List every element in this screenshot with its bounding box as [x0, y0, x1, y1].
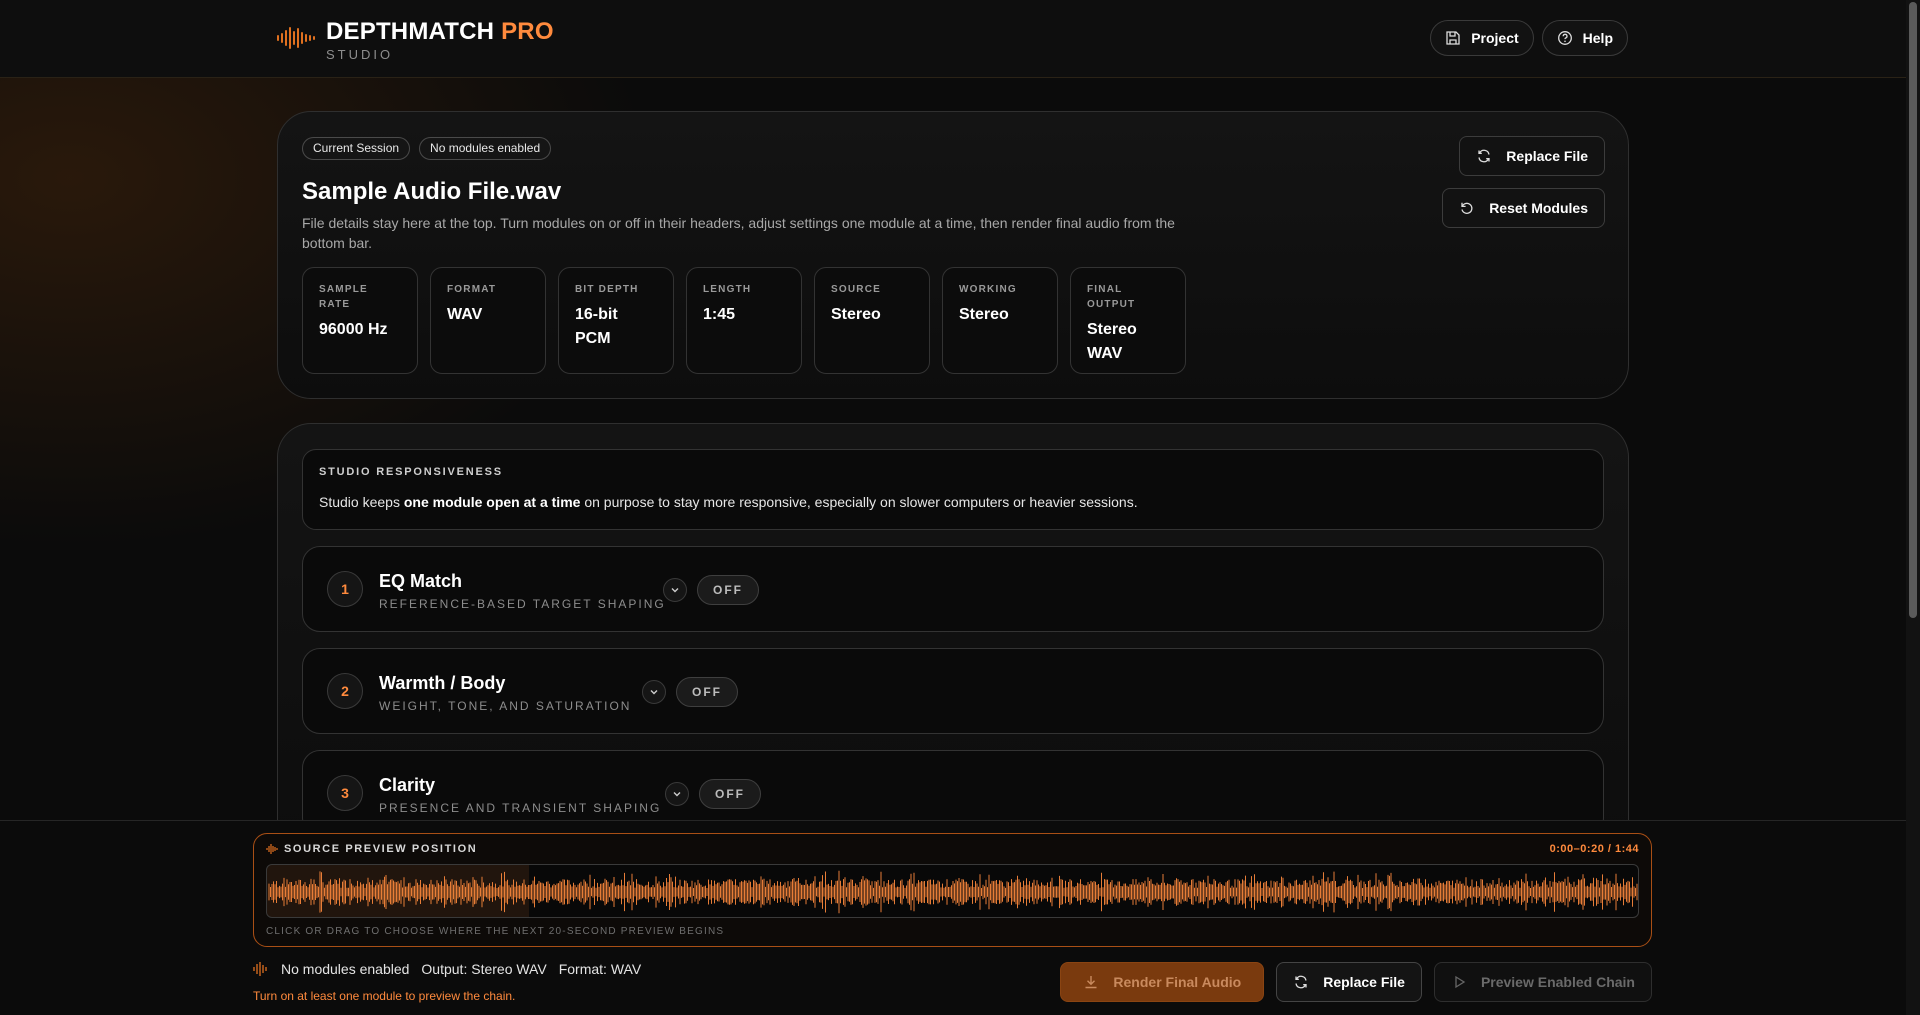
stat-value: Stereo [959, 306, 1009, 323]
stat-value: Stereo [831, 306, 881, 323]
studio-responsiveness-note: STUDIO RESPONSIVENESS Studio keeps one m… [302, 449, 1604, 530]
status-warning: Turn on at least one module to preview t… [253, 989, 516, 1003]
download-icon [1085, 976, 1097, 989]
play-icon [1455, 975, 1466, 989]
module-subtitle: WEIGHT, TONE, AND SATURATION [379, 699, 632, 713]
status-modules: No modules enabled [281, 961, 410, 977]
module-subtitle: PRESENCE AND TRANSIENT SHAPING [379, 801, 662, 815]
brand[interactable]: DEPTHMATCH PRO STUDIO [276, 18, 554, 62]
stat-bit-depth: BIT DEPTH 16-bit PCM [558, 267, 674, 374]
preview-heading: SOURCE PREVIEW POSITION [266, 843, 477, 855]
replace-file-dock-button[interactable]: Replace File [1276, 962, 1422, 1002]
stat-label: FORMAT [447, 284, 497, 295]
brand-subtitle: STUDIO [326, 47, 394, 62]
waveform-icon [253, 962, 267, 976]
project-label: Project [1471, 30, 1519, 46]
waveform-icon [266, 844, 278, 854]
status-format: Format: WAV [558, 961, 642, 977]
stat-label: LENGTH [703, 284, 752, 295]
stat-value: 96000 Hz [319, 321, 388, 338]
module-toggle[interactable]: OFF [676, 677, 738, 707]
expand-chevron-icon[interactable] [665, 782, 689, 806]
stat-label: SAMPLE RATE [319, 284, 368, 310]
stat-value: WAV [447, 306, 483, 323]
render-final-audio-button[interactable]: Render Final Audio [1060, 962, 1265, 1002]
stat-value: 1:45 [703, 306, 736, 323]
brand-name: DEPTHMATCH PRO [326, 18, 554, 45]
module-subtitle: REFERENCE-BASED TARGET SHAPING [379, 597, 666, 611]
file-stats: SAMPLE RATE 96000 Hz FORMAT WAV BIT DEPTH 1… [302, 267, 1186, 374]
bottom-dock: SOURCE PREVIEW POSITION 0:00–0:20 / 1:44… [0, 820, 1906, 1015]
status-output: Output: Stereo WAV [421, 961, 547, 977]
stat-working: WORKING Stereo [942, 267, 1058, 374]
responsiveness-text: Studio keeps one module open at a time o… [319, 494, 1138, 510]
preview-chain-label: Preview Enabled Chain [1480, 974, 1635, 990]
waveform-logo-icon [276, 18, 316, 58]
waveform-scrubber[interactable] [266, 864, 1639, 918]
reset-icon [1461, 202, 1473, 214]
module-number: 2 [327, 673, 363, 709]
file-description: File details stay here at the top. Turn … [302, 215, 1175, 251]
stat-source: SOURCE Stereo [814, 267, 930, 374]
project-button[interactable]: Project [1430, 20, 1534, 56]
help-icon [1557, 31, 1572, 45]
module-title: EQ Match [379, 571, 463, 591]
module-title: Warmth / Body [379, 673, 506, 693]
refresh-icon [1295, 975, 1307, 989]
replace-label: Replace File [1323, 974, 1405, 990]
top-bar: DEPTHMATCH PRO STUDIO Project Help [0, 0, 1906, 78]
status-line: No modules enabled Output: Stereo WAV Fo… [253, 961, 641, 977]
help-button[interactable]: Help [1541, 20, 1628, 56]
preview-range: 0:00–0:20 / 1:44 [1549, 843, 1639, 855]
stat-length: LENGTH 1:45 [686, 267, 802, 374]
module-number: 3 [327, 775, 363, 811]
responsiveness-heading: STUDIO RESPONSIVENESS [319, 466, 503, 478]
module-number: 1 [327, 571, 363, 607]
replace-file-button[interactable]: Replace File [1459, 136, 1605, 176]
reset-modules-label: Reset Modules [1489, 200, 1588, 216]
stat-value: 16-bit PCM [575, 306, 618, 347]
preview-selection[interactable] [267, 865, 529, 917]
page-scrollbar[interactable] [1906, 0, 1920, 1015]
stat-sample-rate: SAMPLE RATE 96000 Hz [302, 267, 418, 374]
preview-enabled-chain-button[interactable]: Preview Enabled Chain [1433, 962, 1652, 1002]
stat-label: BIT DEPTH [575, 284, 639, 295]
module-toggle[interactable]: OFF [697, 575, 759, 605]
session-card: Current Session No modules enabled Sampl… [277, 111, 1629, 399]
source-preview: SOURCE PREVIEW POSITION 0:00–0:20 / 1:44… [253, 833, 1652, 947]
stat-value: Stereo WAV [1087, 321, 1137, 362]
stat-format: FORMAT WAV [430, 267, 546, 374]
modules-card: STUDIO RESPONSIVENESS Studio keeps one m… [277, 423, 1629, 843]
module-toggle[interactable]: OFF [699, 779, 761, 809]
refresh-icon [1478, 149, 1490, 163]
render-label: Render Final Audio [1113, 974, 1242, 990]
brand-pro: PRO [501, 18, 554, 45]
stat-label: WORKING [959, 284, 1017, 295]
module-eq-match[interactable]: 1 EQ Match REFERENCE-BASED TARGET SHAPIN… [302, 546, 1604, 632]
stat-final-output: FINAL OUTPUT Stereo WAV [1070, 267, 1186, 374]
current-session-badge: Current Session [302, 137, 411, 160]
module-title: Clarity [379, 775, 436, 795]
stat-label: FINAL OUTPUT [1087, 284, 1136, 310]
expand-chevron-icon[interactable] [663, 578, 687, 602]
scrollbar-thumb[interactable] [1909, 2, 1917, 618]
stat-label: SOURCE [831, 284, 881, 295]
preview-hint: CLICK OR DRAG TO CHOOSE WHERE THE NEXT 2… [266, 926, 725, 937]
help-label: Help [1582, 30, 1613, 46]
replace-file-label: Replace File [1506, 148, 1588, 164]
file-title: Sample Audio File.wav [302, 178, 562, 205]
save-icon [1446, 31, 1460, 45]
module-warmth-body[interactable]: 2 Warmth / Body WEIGHT, TONE, AND SATURA… [302, 648, 1604, 734]
modules-status-badge: No modules enabled [419, 137, 552, 160]
expand-chevron-icon[interactable] [642, 680, 666, 704]
reset-modules-button[interactable]: Reset Modules [1442, 188, 1605, 228]
